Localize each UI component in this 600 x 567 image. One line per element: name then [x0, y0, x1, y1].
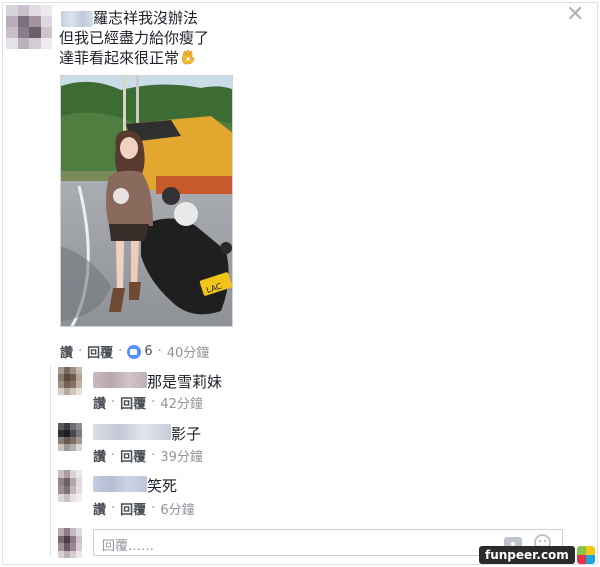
- timestamp[interactable]: 40分鐘: [167, 342, 210, 361]
- like-link[interactable]: 讚: [93, 393, 106, 412]
- post-photo[interactable]: LAC: [60, 75, 233, 327]
- avatar[interactable]: [6, 5, 52, 49]
- like-icon[interactable]: [127, 344, 142, 359]
- like-link[interactable]: 讚: [93, 499, 106, 518]
- timestamp[interactable]: 39分鐘: [160, 446, 203, 465]
- reply-input-placeholder: 回覆……: [102, 539, 155, 554]
- avatar[interactable]: [58, 367, 82, 395]
- ok-hand-emoji-icon: [182, 49, 195, 65]
- separator: ·: [111, 395, 116, 410]
- blurred-commenter-name: [93, 424, 171, 440]
- separator: ·: [151, 501, 156, 516]
- post-text-line-content: 達菲看起來很正常: [59, 49, 180, 67]
- timestamp[interactable]: 42分鐘: [160, 393, 203, 412]
- reply-link[interactable]: 回覆: [87, 342, 113, 361]
- post-action-bar: 讚 · 回覆 · 6 · 40分鐘: [60, 342, 209, 361]
- separator: ·: [151, 395, 156, 410]
- watermark: funpeer.com: [479, 545, 595, 565]
- avatar[interactable]: [58, 423, 82, 451]
- like-link[interactable]: 讚: [60, 342, 73, 361]
- separator: ·: [157, 344, 162, 359]
- comment-text: 那是雪莉妹: [147, 373, 223, 391]
- thread-divider: [50, 366, 51, 556]
- comment-action-bar: 讚 · 回覆 · 6分鐘: [93, 499, 195, 518]
- watermark-logo-icon: [576, 546, 595, 564]
- blurred-commenter-name: [93, 476, 147, 492]
- avatar: [58, 528, 82, 558]
- comment-action-bar: 讚 · 回覆 · 42分鐘: [93, 393, 203, 412]
- watermark-text: funpeer.com: [479, 546, 575, 564]
- comment-action-bar: 讚 · 回覆 · 39分鐘: [93, 446, 203, 465]
- timestamp[interactable]: 6分鐘: [160, 499, 194, 518]
- post-text-line: 但我已經盡力給你瘦了: [59, 29, 210, 47]
- comment-text: 笑死: [147, 477, 178, 495]
- separator: ·: [111, 448, 116, 463]
- like-link[interactable]: 讚: [93, 446, 106, 465]
- reply-link[interactable]: 回覆: [120, 393, 146, 412]
- post-message: 羅志祥我沒辦法 但我已經盡力給你瘦了 達菲看起來很正常: [59, 8, 209, 68]
- separator: ·: [78, 344, 83, 359]
- comment-text: 影子: [171, 425, 202, 443]
- reply-link[interactable]: 回覆: [120, 499, 146, 518]
- post-text-line: 羅志祥我沒辦法: [93, 9, 199, 27]
- separator: ·: [151, 448, 156, 463]
- post-text-line: 達菲看起來很正常: [59, 48, 209, 68]
- avatar[interactable]: [58, 470, 82, 502]
- separator: ·: [111, 501, 116, 516]
- like-count[interactable]: 6: [144, 344, 152, 359]
- close-icon[interactable]: ✕: [566, 4, 584, 26]
- separator: ·: [118, 344, 123, 359]
- blurred-commenter-name: [93, 372, 147, 388]
- photo-girl-on-scooter: LAC: [61, 76, 232, 326]
- reply-link[interactable]: 回覆: [120, 446, 146, 465]
